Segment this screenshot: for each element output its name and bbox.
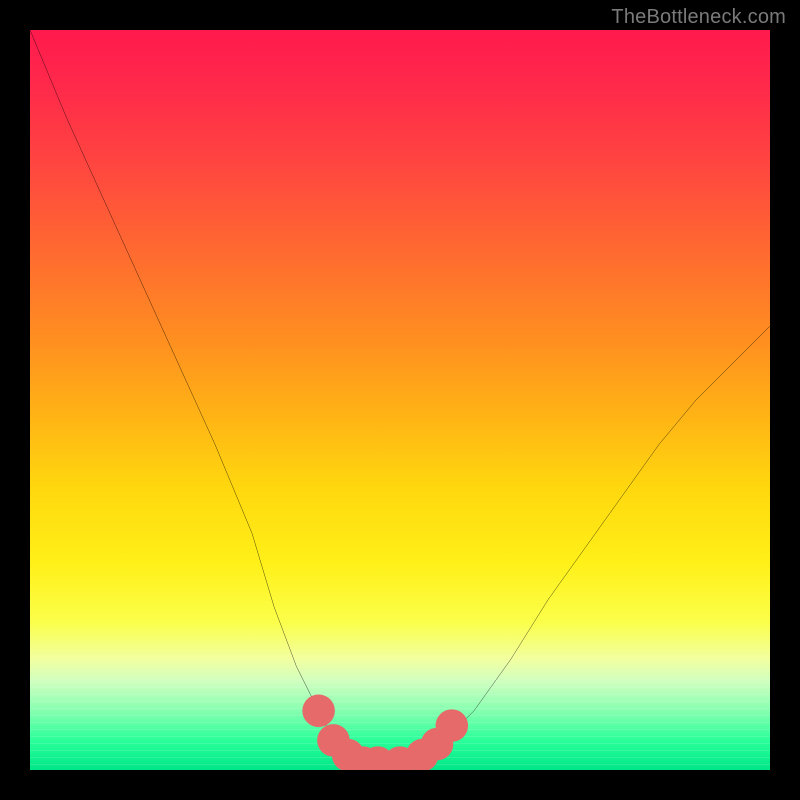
chart-frame: TheBottleneck.com [0, 0, 800, 800]
watermark-label: TheBottleneck.com [611, 6, 786, 29]
plot-area [30, 30, 770, 770]
green-band-striping [30, 681, 770, 770]
